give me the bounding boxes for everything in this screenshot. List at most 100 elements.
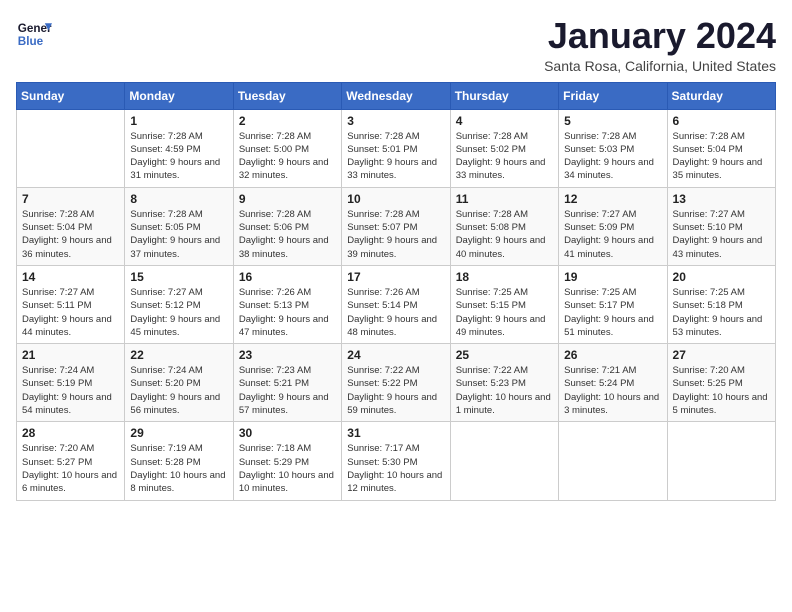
daylight-text: Daylight: 9 hours and 38 minutes. <box>239 235 329 259</box>
day-number: 6 <box>673 114 770 128</box>
sunset-text: Sunset: 5:17 PM <box>564 300 634 311</box>
cell-info: Sunrise: 7:22 AMSunset: 5:22 PMDaylight:… <box>347 364 444 417</box>
calendar-cell: 9Sunrise: 7:28 AMSunset: 5:06 PMDaylight… <box>233 187 341 265</box>
sunset-text: Sunset: 5:04 PM <box>673 144 743 155</box>
day-number: 24 <box>347 348 444 362</box>
cell-info: Sunrise: 7:20 AMSunset: 5:27 PMDaylight:… <box>22 442 119 495</box>
day-number: 19 <box>564 270 661 284</box>
daylight-text: Daylight: 10 hours and 3 minutes. <box>564 392 659 416</box>
day-number: 15 <box>130 270 227 284</box>
sunrise-text: Sunrise: 7:20 AM <box>673 365 745 376</box>
cell-info: Sunrise: 7:27 AMSunset: 5:12 PMDaylight:… <box>130 286 227 339</box>
calendar-cell: 31 Sunrise: 7:17 AMSunset: 5:30 PMDayligh… <box>342 422 450 500</box>
calendar-cell: 28 Sunrise: 7:20 AMSunset: 5:27 PMDayligh… <box>17 422 125 500</box>
sunrise-text: Sunrise: 7:18 AM <box>239 443 311 454</box>
sunrise-text: Sunrise: 7:28 AM <box>239 131 311 142</box>
calendar-cell <box>559 422 667 500</box>
sunset-text: Sunset: 5:06 PM <box>239 222 309 233</box>
sunset-text: Sunset: 5:14 PM <box>347 300 417 311</box>
sunset-text: Sunset: 5:30 PM <box>347 457 417 468</box>
sunset-text: Sunset: 5:27 PM <box>22 457 92 468</box>
weekday-header-sunday: Sunday <box>17 82 125 109</box>
sunset-text: Sunset: 5:08 PM <box>456 222 526 233</box>
day-number: 13 <box>673 192 770 206</box>
sunset-text: Sunset: 5:15 PM <box>456 300 526 311</box>
day-number: 23 <box>239 348 336 362</box>
day-number: 1 <box>130 114 227 128</box>
calendar-cell: 26Sunrise: 7:21 AMSunset: 5:24 PMDayligh… <box>559 344 667 422</box>
calendar-cell: 11Sunrise: 7:28 AMSunset: 5:08 PMDayligh… <box>450 187 558 265</box>
day-number: 17 <box>347 270 444 284</box>
sunset-text: Sunset: 5:22 PM <box>347 378 417 389</box>
cell-info: Sunrise: 7:17 AMSunset: 5:30 PMDaylight:… <box>347 442 444 495</box>
calendar-cell: 14Sunrise: 7:27 AMSunset: 5:11 PMDayligh… <box>17 265 125 343</box>
cell-info: Sunrise: 7:28 AMSunset: 5:03 PMDaylight:… <box>564 130 661 183</box>
daylight-text: Daylight: 10 hours and 6 minutes. <box>22 470 117 494</box>
sunrise-text: Sunrise: 7:28 AM <box>347 209 419 220</box>
cell-info: Sunrise: 7:25 AMSunset: 5:17 PMDaylight:… <box>564 286 661 339</box>
daylight-text: Daylight: 9 hours and 44 minutes. <box>22 314 112 338</box>
day-number: 2 <box>239 114 336 128</box>
cell-info: Sunrise: 7:18 AMSunset: 5:29 PMDaylight:… <box>239 442 336 495</box>
daylight-text: Daylight: 9 hours and 34 minutes. <box>564 157 654 181</box>
sunrise-text: Sunrise: 7:19 AM <box>130 443 202 454</box>
calendar-cell: 5 Sunrise: 7:28 AMSunset: 5:03 PMDaylight… <box>559 109 667 187</box>
sunrise-text: Sunrise: 7:28 AM <box>239 209 311 220</box>
sunset-text: Sunset: 5:23 PM <box>456 378 526 389</box>
cell-info: Sunrise: 7:28 AM Sunset: 5:06 PM Daylight:… <box>239 208 336 261</box>
sunrise-text: Sunrise: 7:28 AM <box>22 209 94 220</box>
cell-info: Sunrise: 7:28 AMSunset: 4:59 PMDaylight:… <box>130 130 227 183</box>
cell-info: Sunrise: 7:27 AMSunset: 5:10 PMDaylight:… <box>673 208 770 261</box>
calendar-cell: 21Sunrise: 7:24 AMSunset: 5:19 PMDayligh… <box>17 344 125 422</box>
calendar-cell: 6Sunrise: 7:28 AMSunset: 5:04 PMDaylight… <box>667 109 775 187</box>
calendar-cell <box>450 422 558 500</box>
sunrise-text: Sunrise: 7:28 AM <box>673 131 745 142</box>
weekday-header-saturday: Saturday <box>667 82 775 109</box>
day-number: 30 <box>239 426 336 440</box>
day-number: 31 <box>347 426 444 440</box>
sunset-text: Sunset: 5:24 PM <box>564 378 634 389</box>
calendar-cell: 4 Sunrise: 7:28 AMSunset: 5:02 PMDaylight… <box>450 109 558 187</box>
sunrise-text: Sunrise: 7:23 AM <box>239 365 311 376</box>
day-number: 4 <box>456 114 553 128</box>
cell-info: Sunrise: 7:28 AMSunset: 5:01 PMDaylight:… <box>347 130 444 183</box>
calendar-cell: 3Sunrise: 7:28 AMSunset: 5:01 PMDaylight… <box>342 109 450 187</box>
calendar-cell: 23Sunrise: 7:23 AMSunset: 5:21 PMDayligh… <box>233 344 341 422</box>
sunrise-text: Sunrise: 7:25 AM <box>673 287 745 298</box>
daylight-text: Daylight: 9 hours and 40 minutes. <box>456 235 546 259</box>
sunset-text: Sunset: 5:13 PM <box>239 300 309 311</box>
calendar-cell: 30 Sunrise: 7:18 AMSunset: 5:29 PMDayligh… <box>233 422 341 500</box>
sunrise-text: Sunrise: 7:22 AM <box>456 365 528 376</box>
sunrise-text: Sunrise: 7:25 AM <box>564 287 636 298</box>
sunset-text: Sunset: 4:59 PM <box>130 144 200 155</box>
calendar-cell: 24 Sunrise: 7:22 AMSunset: 5:22 PMDayligh… <box>342 344 450 422</box>
cell-info: Sunrise: 7:28 AMSunset: 5:08 PMDaylight:… <box>456 208 553 261</box>
cell-info: Sunrise: 7:26 AMSunset: 5:13 PMDaylight:… <box>239 286 336 339</box>
daylight-text: Daylight: 9 hours and 36 minutes. <box>22 235 112 259</box>
cell-info: Sunrise: 7:22 AMSunset: 5:23 PMDaylight:… <box>456 364 553 417</box>
svg-text:Blue: Blue <box>18 35 44 48</box>
sunset-text: Sunset: 5:09 PM <box>564 222 634 233</box>
sunrise-text: Sunrise: 7:28 AM <box>456 131 528 142</box>
logo-icon: General Blue <box>16 16 52 52</box>
day-number: 7 <box>22 192 119 206</box>
calendar-cell: 17Sunrise: 7:26 AMSunset: 5:14 PMDayligh… <box>342 265 450 343</box>
day-number: 5 <box>564 114 661 128</box>
cell-info: Sunrise: 7:28 AMSunset: 5:02 PMDaylight:… <box>456 130 553 183</box>
day-number: 28 <box>22 426 119 440</box>
calendar-cell: 12Sunrise: 7:27 AMSunset: 5:09 PMDayligh… <box>559 187 667 265</box>
day-number: 27 <box>673 348 770 362</box>
sunset-text: Sunset: 5:11 PM <box>22 300 92 311</box>
sunrise-text: Sunrise: 7:21 AM <box>564 365 636 376</box>
weekday-header-thursday: Thursday <box>450 82 558 109</box>
location-subtitle: Santa Rosa, California, United States <box>544 58 776 74</box>
cell-info: Sunrise: 7:21 AM Sunset: 5:24 PM Daylight:… <box>564 364 661 417</box>
daylight-text: Daylight: 9 hours and 32 minutes. <box>239 157 329 181</box>
cell-info: Sunrise: 7:19 AMSunset: 5:28 PMDaylight:… <box>130 442 227 495</box>
daylight-text: Daylight: 10 hours and 8 minutes. <box>130 470 225 494</box>
cell-info: Sunrise: 7:27 AMSunset: 5:09 PMDaylight:… <box>564 208 661 261</box>
daylight-text: Daylight: 9 hours and 33 minutes. <box>347 157 437 181</box>
weekday-header-tuesday: Tuesday <box>233 82 341 109</box>
sunrise-text: Sunrise: 7:26 AM <box>239 287 311 298</box>
calendar-cell: 10Sunrise: 7:28 AMSunset: 5:07 PMDayligh… <box>342 187 450 265</box>
